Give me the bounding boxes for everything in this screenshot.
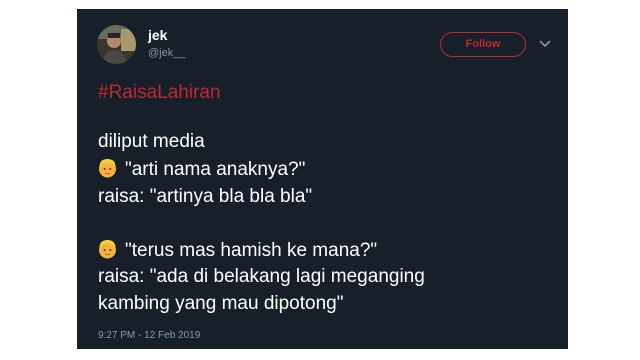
older-person-emoji-icon	[99, 240, 116, 259]
hashtag-link[interactable]: #RaisaLahiran	[98, 81, 221, 105]
tweet-text-line: raisa: "artinya bla bla bla"	[98, 186, 313, 207]
tweet-text-line: kambing yang mau dipotong"	[98, 293, 344, 314]
tweet-card: jek @jek__ Follow #RaisaLahiran diliput …	[77, 9, 568, 349]
tweet-text-segment: "arti nama anaknya?"	[125, 159, 306, 180]
tweet-text-line: "arti nama anaknya?"	[98, 157, 305, 182]
follow-button[interactable]: Follow	[440, 32, 526, 57]
older-person-emoji-icon	[99, 159, 116, 178]
user-handle[interactable]: @jek__	[148, 46, 185, 60]
chevron-down-icon[interactable]	[539, 40, 551, 48]
tweet-text-segment: "terus mas hamish ke mana?"	[125, 240, 378, 261]
tweet-text-line: "terus mas hamish ke mana?"	[98, 238, 377, 263]
tweet-text-line: diliput media	[98, 131, 205, 152]
display-name[interactable]: jek	[148, 27, 167, 43]
tweet-timestamp[interactable]: 9:27 PM - 12 Feb 2019	[98, 330, 200, 342]
avatar[interactable]	[97, 25, 136, 64]
tweet-text-line: raisa: "ada di belakang lagi meganging	[98, 266, 425, 287]
